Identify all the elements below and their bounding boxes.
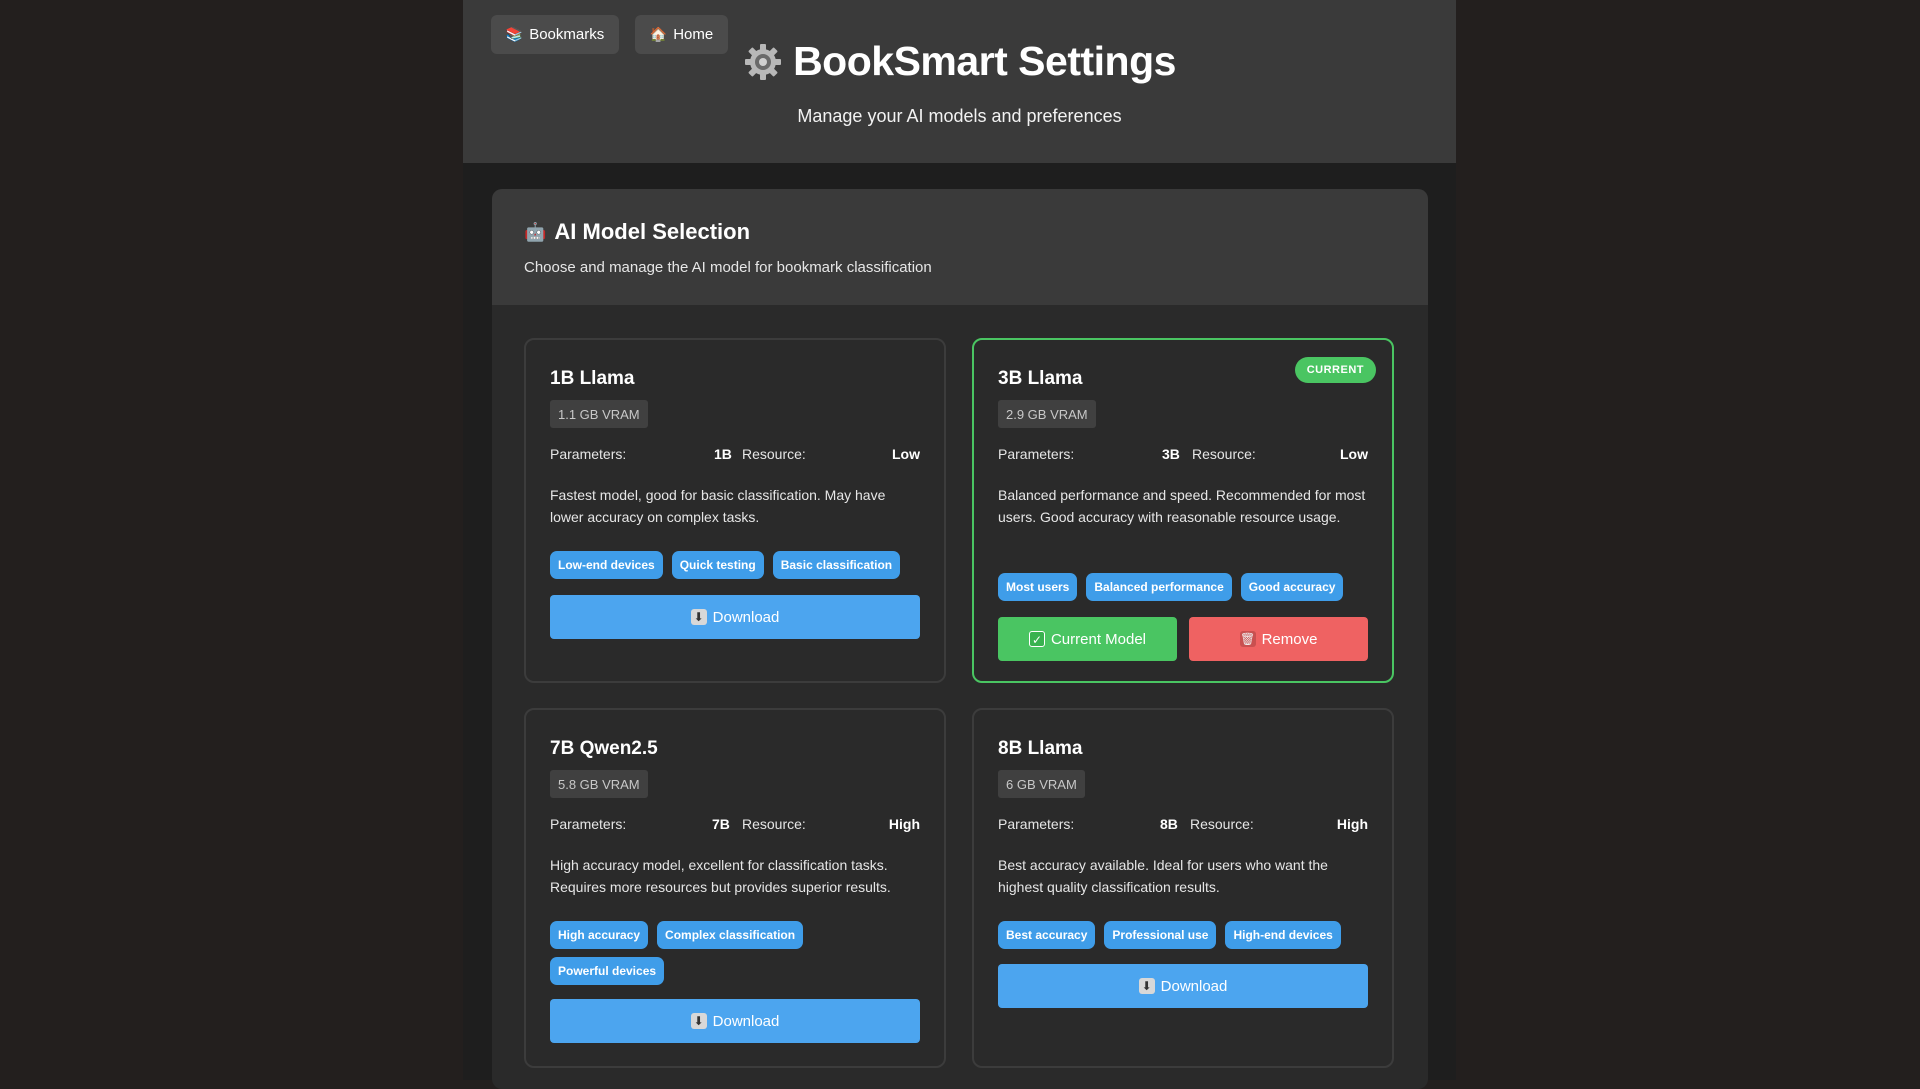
tag: Balanced performance [1086, 573, 1232, 601]
model-name: 3B Llama [998, 368, 1083, 389]
panel-subtitle: Choose and manage the AI model for bookm… [524, 259, 932, 276]
vram-badge: 2.9 GB VRAM [998, 400, 1096, 428]
vram-badge: 5.8 GB VRAM [550, 770, 648, 798]
model-name: 8B Llama [998, 738, 1083, 759]
resource-label: Resource: [742, 446, 806, 462]
download-button-7b[interactable]: ⬇ Download [550, 999, 920, 1043]
tag-list: Low-end devices Quick testing Basic clas… [550, 551, 920, 579]
panel-header: 🤖 AI Model Selection Choose and manage t… [492, 189, 1428, 305]
tag: Best accuracy [998, 921, 1096, 949]
current-badge: CURRENT [1294, 357, 1376, 383]
resource-value: High [888, 816, 920, 832]
parameters-value: 1B [714, 446, 732, 462]
model-card-7b-qwen: 7B Qwen2.5 5.8 GB VRAM Parameters: 7B Re… [524, 708, 946, 1068]
tag: Complex classification [657, 921, 804, 949]
download-icon: ⬇ [1138, 978, 1155, 994]
current-model-label: Current Model [1050, 630, 1147, 648]
resource-label: Resource: [742, 816, 806, 832]
vram-badge: 1.1 GB VRAM [550, 400, 648, 428]
parameters-value: 7B [712, 816, 730, 832]
tag-list: Most users Balanced performance Good acc… [998, 573, 1368, 601]
page-title-text: BookSmart Settings [793, 38, 1176, 84]
download-icon: ⬇ [690, 1013, 707, 1029]
model-card-1b-llama: 1B Llama 1.1 GB VRAM Parameters: 1B Reso… [524, 338, 946, 683]
panel-title-text: AI Model Selection [554, 219, 751, 244]
resource-label: Resource: [1192, 446, 1256, 462]
parameters-label: Parameters: [550, 816, 627, 832]
resource-value: High [1336, 816, 1368, 832]
download-icon: ⬇ [690, 609, 707, 625]
page-title: BookSmart Settings [743, 38, 1176, 85]
tag: Low-end devices [550, 551, 663, 579]
download-label: Download [712, 1012, 780, 1030]
resource-value: Low [892, 446, 920, 462]
model-card-8b-llama: 8B Llama 6 GB VRAM Parameters: 8B Resour… [972, 708, 1394, 1068]
parameters-value: 8B [1160, 816, 1178, 832]
remove-button[interactable]: 🗑 Remove [1189, 617, 1368, 661]
vram-badge: 6 GB VRAM [998, 770, 1085, 798]
model-name: 1B Llama [550, 368, 635, 389]
tag: Good accuracy [1240, 573, 1344, 601]
download-button-8b[interactable]: ⬇ Download [998, 964, 1368, 1008]
current-model-button[interactable]: ✓ Current Model [998, 617, 1177, 661]
tag: Most users [998, 573, 1078, 601]
parameters-label: Parameters: [998, 816, 1075, 832]
download-label: Download [712, 608, 780, 626]
download-button-1b[interactable]: ⬇ Download [550, 595, 920, 639]
tag: High accuracy [550, 921, 649, 949]
model-description: Fastest model, good for basic classifica… [550, 487, 886, 525]
panel-title: 🤖 AI Model Selection [524, 219, 750, 245]
settings-page: 📚 Bookmarks 🏠 Home BookSmart Settings Ma… [463, 0, 1456, 1089]
trash-icon: 🗑 [1239, 631, 1256, 647]
model-description: High accuracy model, excellent for class… [550, 857, 891, 895]
tag: Basic classification [772, 551, 901, 579]
parameters-label: Parameters: [550, 446, 627, 462]
tag: Quick testing [671, 551, 764, 579]
remove-label: Remove [1261, 630, 1318, 648]
checkmark-icon: ✓ [1028, 631, 1045, 647]
robot-icon: 🤖 [524, 221, 547, 242]
model-description: Balanced performance and speed. Recommen… [998, 487, 1366, 525]
tag: High-end devices [1225, 921, 1341, 949]
tag: Professional use [1104, 921, 1217, 949]
gear-icon [745, 43, 782, 80]
page-subtitle: Manage your AI models and preferences [797, 106, 1122, 126]
model-name: 7B Qwen2.5 [550, 738, 658, 759]
download-label: Download [1160, 977, 1228, 995]
tag: Powerful devices [550, 957, 665, 985]
model-selection-panel: 🤖 AI Model Selection Choose and manage t… [492, 189, 1428, 1089]
parameters-label: Parameters: [998, 446, 1075, 462]
resource-label: Resource: [1190, 816, 1254, 832]
page-header: 📚 Bookmarks 🏠 Home BookSmart Settings Ma… [463, 0, 1456, 163]
model-card-3b-llama: CURRENT 3B Llama 2.9 GB VRAM Parameters:… [972, 338, 1394, 683]
model-description: Best accuracy available. Ideal for users… [998, 857, 1328, 895]
resource-value: Low [1340, 446, 1368, 462]
parameters-value: 3B [1162, 446, 1180, 462]
tag-list: Best accuracy Professional use High-end … [998, 921, 1368, 949]
tag-list: High accuracy Complex classification Pow… [550, 921, 920, 985]
